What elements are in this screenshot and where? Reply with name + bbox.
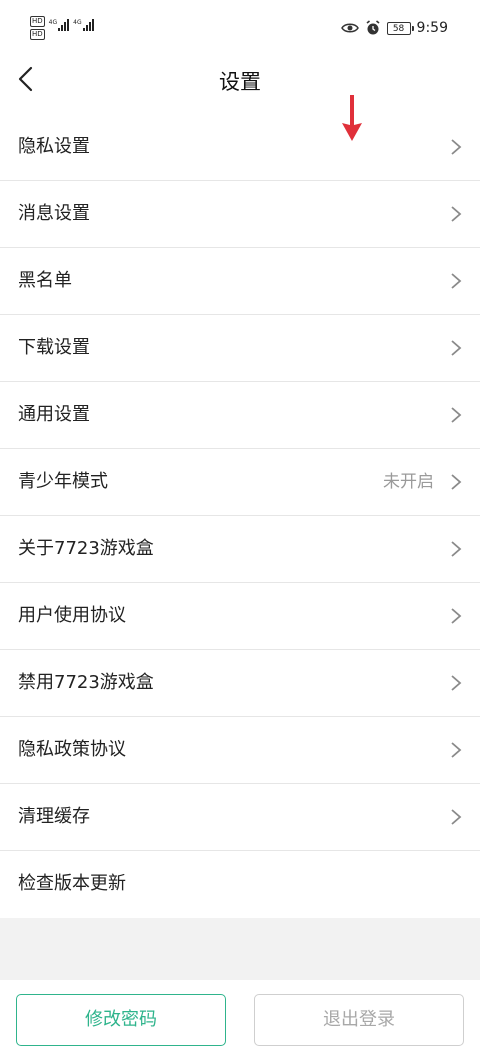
status-bar-left: HD HD 4G 4G — [30, 16, 94, 44]
signal-icon: 4G — [73, 19, 94, 31]
signal-bars-icon — [82, 19, 94, 31]
chevron-right-icon — [451, 340, 462, 356]
menu-item-blacklist[interactable]: 黑名单 — [0, 248, 480, 315]
menu-item-disable-app[interactable]: 禁用7723游戏盒 — [0, 650, 480, 717]
network-type-label: 4G — [73, 19, 82, 26]
menu-item-youth-mode[interactable]: 青少年模式 未开启 — [0, 449, 480, 516]
chevron-right-icon — [451, 474, 462, 490]
menu-item-privacy-settings[interactable]: 隐私设置 — [0, 114, 480, 181]
menu-item-label: 隐私设置 — [18, 136, 90, 157]
chevron-right-icon — [451, 407, 462, 423]
clock: 9:59 — [416, 20, 448, 36]
menu-item-general-settings[interactable]: 通用设置 — [0, 382, 480, 449]
alarm-icon — [366, 20, 380, 35]
menu-item-label: 禁用7723游戏盒 — [18, 672, 154, 693]
spacer-area — [0, 918, 480, 980]
menu-item-label: 用户使用协议 — [18, 605, 126, 626]
logout-button[interactable]: 退出登录 — [254, 994, 464, 1046]
page-title: 设置 — [219, 70, 261, 94]
chevron-right-icon — [451, 809, 462, 825]
chevron-right-icon — [451, 206, 462, 222]
menu-item-download-settings[interactable]: 下载设置 — [0, 315, 480, 382]
hd-indicators: HD HD — [30, 16, 45, 40]
youth-mode-status: 未开启 — [383, 472, 434, 492]
change-password-button[interactable]: 修改密码 — [16, 994, 226, 1046]
menu-item-message-settings[interactable]: 消息设置 — [0, 181, 480, 248]
chevron-right-icon — [451, 675, 462, 691]
hd-icon: HD — [30, 16, 45, 27]
eye-icon — [340, 23, 359, 33]
menu-item-label: 检查版本更新 — [18, 873, 126, 894]
menu-item-about[interactable]: 关于7723游戏盒 — [0, 516, 480, 583]
chevron-right-icon — [451, 608, 462, 624]
header: 设置 — [0, 56, 480, 108]
menu-item-user-agreement[interactable]: 用户使用协议 — [0, 583, 480, 650]
menu-item-label: 青少年模式 — [18, 471, 108, 492]
menu-item-privacy-policy[interactable]: 隐私政策协议 — [0, 717, 480, 784]
menu-item-check-update[interactable]: 检查版本更新 — [0, 851, 480, 918]
chevron-right-icon — [451, 541, 462, 557]
menu-item-label: 消息设置 — [18, 203, 90, 224]
menu-item-label: 清理缓存 — [18, 806, 90, 827]
chevron-right-icon — [451, 139, 462, 155]
network-type-label: 4G — [48, 19, 58, 26]
signal-bars-icon — [58, 19, 70, 31]
bottom-action-bar: 修改密码 退出登录 — [0, 980, 480, 1061]
battery-icon: 58 — [386, 21, 414, 35]
hd-icon: HD — [30, 29, 45, 40]
settings-list: 隐私设置 消息设置 黑名单 下载设置 通用设置 青少年模式 未开启 关于7723… — [0, 114, 480, 918]
menu-item-label: 通用设置 — [18, 404, 90, 425]
menu-item-label: 隐私政策协议 — [18, 739, 126, 760]
signal-icon: 4G — [48, 19, 70, 31]
chevron-right-icon — [451, 273, 462, 289]
menu-item-label: 下载设置 — [18, 337, 90, 358]
menu-item-clear-cache[interactable]: 清理缓存 — [0, 784, 480, 851]
status-bar-right: 58 9:59 — [340, 18, 448, 38]
chevron-right-icon — [451, 742, 462, 758]
status-bar: HD HD 4G 4G 58 9:59 — [0, 0, 480, 56]
menu-item-label: 关于7723游戏盒 — [18, 538, 154, 559]
menu-item-label: 黑名单 — [18, 270, 72, 291]
